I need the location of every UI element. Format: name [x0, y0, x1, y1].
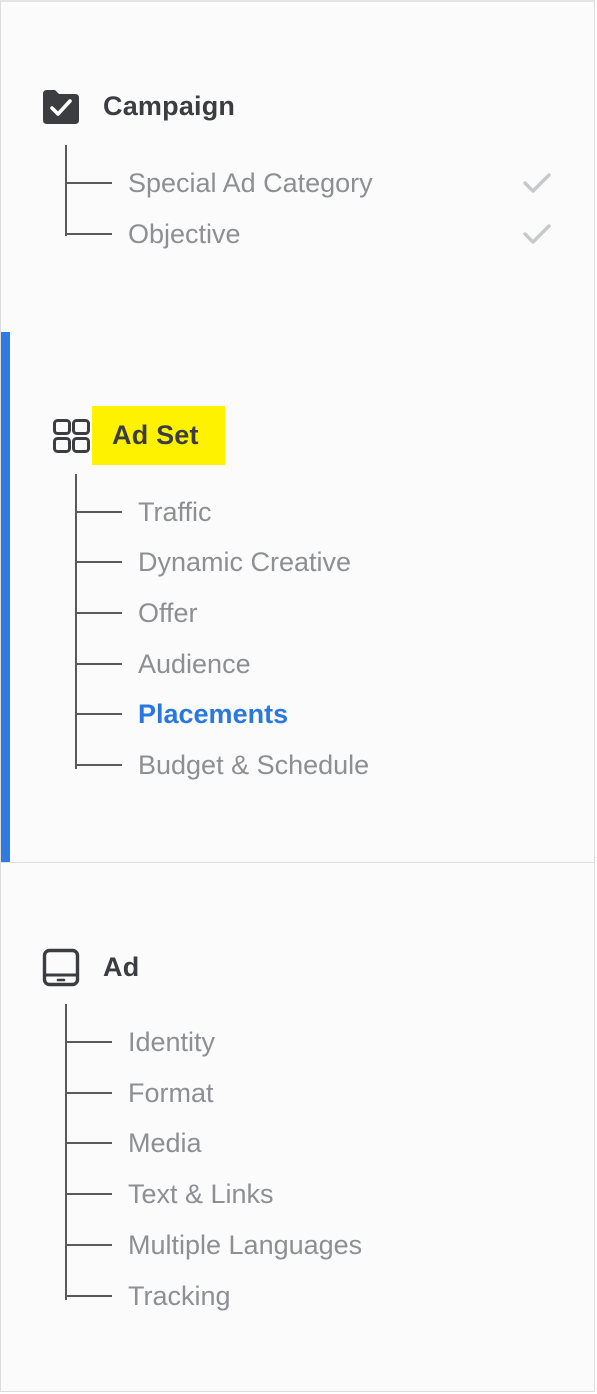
tree-branch [65, 1244, 112, 1246]
campaign-header[interactable]: Campaign [41, 86, 235, 126]
ad-item-tracking[interactable]: Tracking [65, 1276, 231, 1316]
ad-item-media[interactable]: Media [65, 1123, 202, 1163]
grid-icon [52, 416, 92, 456]
tree-branch [65, 182, 112, 184]
tree-branch [75, 663, 122, 665]
adset-item-audience[interactable]: Audience [75, 644, 251, 684]
adset-item-label: Offer [138, 597, 198, 628]
adset-header[interactable]: Ad Set [52, 406, 225, 465]
tree-branch [65, 1092, 112, 1094]
campaign-item-label: Special Ad Category [128, 167, 373, 198]
adset-tree: Traffic Dynamic Creative Offer Audience … [75, 474, 575, 780]
campaign-tree: Special Ad Category Objective [65, 145, 565, 249]
ad-item-label: Format [128, 1077, 214, 1108]
tree-branch [75, 511, 122, 513]
ad-item-format[interactable]: Format [65, 1073, 214, 1113]
campaign-item-special-ad-category[interactable]: Special Ad Category [65, 163, 373, 203]
adset-item-dynamic-creative[interactable]: Dynamic Creative [75, 542, 351, 582]
ad-section: Ad Identity Format Media Text & Links Mu… [1, 863, 594, 1394]
ad-item-identity[interactable]: Identity [65, 1022, 215, 1062]
adset-item-label: Dynamic Creative [138, 546, 352, 577]
ad-item-label: Tracking [128, 1280, 231, 1311]
active-section-indicator [1, 332, 10, 862]
adset-item-label-active: Placements [138, 698, 289, 729]
ad-item-label: Text & Links [128, 1178, 274, 1209]
checkmark-icon [522, 170, 552, 196]
adset-item-offer[interactable]: Offer [75, 593, 198, 633]
adset-item-budget-schedule[interactable]: Budget & Schedule [75, 745, 369, 785]
tree-branch [65, 233, 112, 235]
tree-branch [75, 713, 122, 715]
ad-item-multiple-languages[interactable]: Multiple Languages [65, 1225, 362, 1265]
ad-title: Ad [103, 951, 140, 982]
adset-item-label: Traffic [138, 496, 212, 527]
checkmark-icon [522, 221, 552, 247]
ad-header[interactable]: Ad [41, 947, 139, 987]
ad-item-label: Identity [128, 1026, 216, 1057]
tree-branch [65, 1041, 112, 1043]
ad-item-label: Media [128, 1127, 202, 1158]
campaign-title: Campaign [103, 90, 236, 121]
tree-branch [75, 764, 122, 766]
campaign-item-label: Objective [128, 218, 241, 249]
ad-item-label: Multiple Languages [128, 1229, 363, 1260]
folder-check-icon [41, 86, 81, 126]
tablet-icon [41, 947, 81, 987]
campaign-section: Campaign Special Ad Category Objective [1, 2, 594, 333]
adset-item-label: Budget & Schedule [138, 749, 370, 780]
adset-item-label: Audience [138, 648, 251, 679]
tree-branch [65, 1142, 112, 1144]
tree-branch [65, 1295, 112, 1297]
campaign-structure-sidebar: Campaign Special Ad Category Objective A… [0, 0, 595, 1392]
adset-item-placements[interactable]: Placements [75, 694, 288, 734]
adset-title: Ad Set [92, 406, 225, 465]
campaign-item-objective[interactable]: Objective [65, 214, 241, 254]
ad-tree: Identity Format Media Text & Links Multi… [65, 1004, 565, 1311]
adset-item-traffic[interactable]: Traffic [75, 492, 212, 532]
tree-branch [65, 1193, 112, 1195]
adset-section: Ad Set Traffic Dynamic Creative Offer Au… [1, 332, 594, 863]
tree-branch [75, 561, 122, 563]
ad-item-text-links[interactable]: Text & Links [65, 1174, 274, 1214]
tree-branch [75, 612, 122, 614]
